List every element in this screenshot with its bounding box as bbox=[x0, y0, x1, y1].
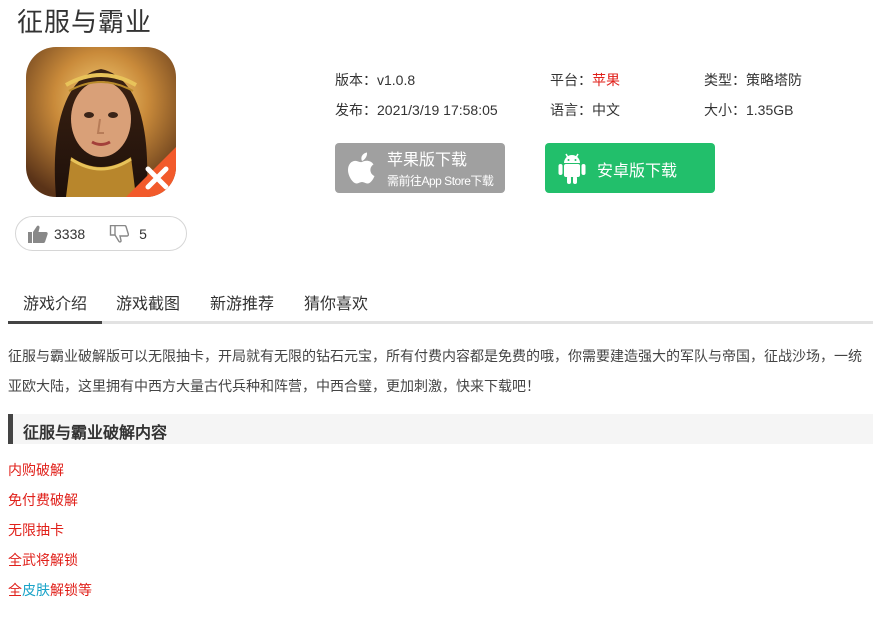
game-description: 征服与霸业破解版可以无限抽卡，开局就有无限的钻石元宝，所有付费内容都是免费的哦，… bbox=[8, 348, 862, 394]
feature-item: 内购破解 bbox=[8, 462, 64, 478]
info-size: 大小：1.35GB bbox=[704, 100, 793, 120]
feature-item: 无限抽卡 bbox=[8, 522, 64, 538]
apple-icon bbox=[347, 152, 377, 189]
page-title: 征服与霸业 bbox=[17, 7, 153, 37]
info-type-label: 类型： bbox=[704, 72, 746, 88]
info-version: 版本：v1.0.8 bbox=[335, 70, 415, 90]
tab-game-intro[interactable]: 游戏介绍 bbox=[23, 290, 87, 314]
info-platform: 平台：苹果 bbox=[550, 70, 620, 90]
info-publish-value: 2021/3/19 17:58:05 bbox=[377, 102, 498, 118]
thumbs-down-icon bbox=[109, 224, 130, 243]
section-heading: 征服与霸业破解内容 bbox=[8, 414, 873, 444]
section-heading-text: 征服与霸业破解内容 bbox=[23, 425, 168, 442]
info-publish: 发布：2021/3/19 17:58:05 bbox=[335, 100, 498, 120]
content-tabs: 游戏介绍 游戏截图 新游推荐 猜你喜欢 bbox=[8, 280, 873, 324]
thumbs-up-button[interactable]: 3338 bbox=[28, 225, 85, 243]
skin-link[interactable]: 皮肤 bbox=[22, 582, 50, 598]
android-download-button[interactable]: 安卓版下载 bbox=[545, 143, 715, 193]
info-language-label: 语言： bbox=[550, 102, 592, 118]
info-type-value: 策略塔防 bbox=[746, 72, 802, 88]
thumbs-down-button[interactable]: 5 bbox=[109, 224, 147, 243]
active-tab-indicator bbox=[8, 321, 102, 324]
info-language-value: 中文 bbox=[592, 102, 620, 118]
info-publish-label: 发布： bbox=[335, 102, 377, 118]
info-size-label: 大小： bbox=[704, 102, 746, 118]
info-type: 类型：策略塔防 bbox=[704, 70, 802, 90]
thumbs-down-count: 5 bbox=[139, 225, 147, 242]
info-version-label: 版本： bbox=[335, 72, 377, 88]
tab-game-screenshots[interactable]: 游戏截图 bbox=[116, 290, 180, 314]
ios-download-label: 苹果版下载 bbox=[387, 152, 468, 169]
android-download-label: 安卓版下载 bbox=[597, 163, 678, 180]
info-version-value: v1.0.8 bbox=[377, 72, 416, 88]
thumbs-up-icon bbox=[28, 225, 48, 243]
app-icon bbox=[26, 47, 176, 197]
tab-guess-you-like[interactable]: 猜你喜欢 bbox=[304, 290, 368, 314]
feature-item: 全皮肤解锁等 bbox=[8, 580, 92, 600]
android-icon bbox=[557, 151, 587, 190]
ios-download-button[interactable]: 苹果版下载 需前往App Store下载 bbox=[335, 143, 505, 193]
info-language: 语言：中文 bbox=[550, 100, 620, 120]
info-platform-value: 苹果 bbox=[592, 72, 620, 88]
feature-item: 免付费破解 bbox=[8, 492, 78, 508]
vote-box: 3338 5 bbox=[15, 216, 187, 251]
info-size-value: 1.35GB bbox=[746, 102, 794, 118]
feature-text: 全 bbox=[8, 582, 22, 598]
thumbs-up-count: 3338 bbox=[54, 225, 86, 242]
feature-item: 全武将解锁 bbox=[8, 552, 78, 568]
info-platform-label: 平台： bbox=[550, 72, 592, 88]
ios-download-sublabel: 需前往App Store下载 bbox=[387, 174, 494, 188]
tab-new-games[interactable]: 新游推荐 bbox=[210, 290, 274, 314]
feature-text: 解锁等 bbox=[50, 582, 92, 598]
